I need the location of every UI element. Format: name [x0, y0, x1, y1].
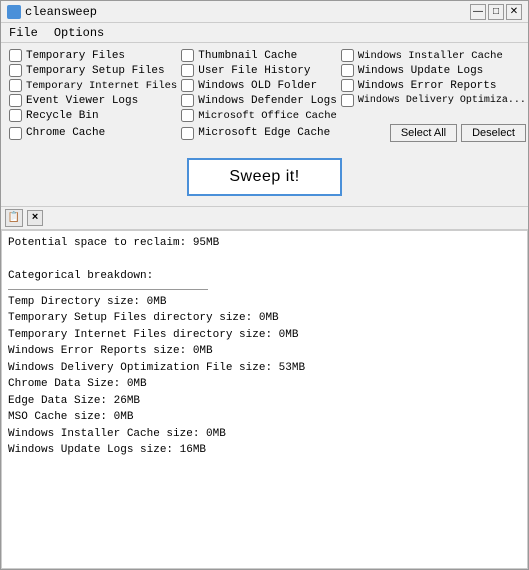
minimize-button[interactable]: — [470, 4, 486, 20]
checkbox-microsoft-edge-cache-label: Microsoft Edge Cache [198, 127, 330, 139]
checkbox-chrome-cache-input[interactable] [9, 127, 22, 140]
checkbox-user-file-history-label: User File History [198, 65, 310, 77]
checkbox-microsoft-office-cache-label: Microsoft Office Cache [198, 110, 337, 122]
checkbox-temporary-setup-files-input[interactable] [9, 64, 22, 77]
tab-close-button[interactable]: × [27, 210, 43, 226]
checkbox-temporary-internet-files-label: Temporary Internet Files [26, 80, 177, 92]
title-bar: cleansweep — □ ✕ [1, 1, 528, 23]
checkbox-user-file-history[interactable]: User File History [181, 64, 337, 77]
checkbox-event-viewer-logs[interactable]: Event Viewer Logs [9, 94, 177, 107]
checkbox-microsoft-office-cache-input[interactable] [181, 109, 194, 122]
checkbox-microsoft-edge-cache[interactable]: Microsoft Edge Cache [181, 124, 337, 142]
checkbox-recycle-bin-label: Recycle Bin [26, 110, 99, 122]
checkbox-recycle-bin[interactable]: Recycle Bin [9, 109, 177, 122]
checkbox-temporary-setup-files-label: Temporary Setup Files [26, 65, 165, 77]
checkbox-windows-update-logs-label: Windows Update Logs [358, 65, 483, 77]
close-button[interactable]: ✕ [506, 4, 522, 20]
checkbox-windows-error-reports[interactable]: Windows Error Reports [341, 79, 526, 92]
maximize-button[interactable]: □ [488, 4, 504, 20]
checkbox-windows-installer-cache-input[interactable] [341, 49, 354, 62]
log-line-5: Windows Delivery Optimization File size:… [8, 360, 521, 377]
log-line-10: Windows Update Logs size: 16MB [8, 442, 521, 459]
main-window: cleansweep — □ ✕ File Options Temporary … [0, 0, 529, 570]
checkbox-windows-delivery-optimization-input[interactable] [341, 94, 354, 107]
checkbox-microsoft-office-cache[interactable]: Microsoft Office Cache [181, 109, 337, 122]
checkbox-windows-delivery-optimization-label: Windows Delivery Optimiza... [358, 95, 526, 106]
checkbox-recycle-bin-input[interactable] [9, 109, 22, 122]
app-icon [7, 5, 21, 19]
select-buttons-row: Select All Deselect [341, 124, 526, 142]
checkbox-user-file-history-input[interactable] [181, 64, 194, 77]
checkbox-event-viewer-logs-input[interactable] [9, 94, 22, 107]
log-area[interactable]: Potential space to reclaim: 95MB Categor… [1, 230, 528, 569]
checkbox-windows-old-folder[interactable]: Windows OLD Folder [181, 79, 337, 92]
checkbox-windows-delivery-optimization[interactable]: Windows Delivery Optimiza... [341, 94, 526, 107]
checkbox-thumbnail-cache-input[interactable] [181, 49, 194, 62]
checkbox-windows-old-folder-label: Windows OLD Folder [198, 80, 317, 92]
checkbox-windows-error-reports-input[interactable] [341, 79, 354, 92]
window-title: cleansweep [25, 5, 97, 19]
tab-icon[interactable]: 📋 [5, 209, 23, 227]
checkbox-windows-update-logs[interactable]: Windows Update Logs [341, 64, 526, 77]
log-divider [8, 289, 208, 290]
checkbox-microsoft-edge-cache-input[interactable] [181, 127, 194, 140]
title-bar-left: cleansweep [7, 5, 97, 19]
sweep-row: Sweep it! [1, 148, 528, 206]
checkbox-windows-installer-cache-label: Windows Installer Cache [358, 50, 503, 62]
checkbox-windows-defender-logs-input[interactable] [181, 94, 194, 107]
sweep-button[interactable]: Sweep it! [187, 158, 341, 196]
checkbox-temporary-files-input[interactable] [9, 49, 22, 62]
checkboxes-area: Temporary Files Thumbnail Cache Windows … [1, 43, 528, 148]
checkbox-windows-defender-logs-label: Windows Defender Logs [198, 95, 337, 107]
deselect-button[interactable]: Deselect [461, 124, 526, 142]
log-line-2: Temporary Setup Files directory size: 0M… [8, 310, 521, 327]
checkbox-windows-installer-cache[interactable]: Windows Installer Cache [341, 49, 526, 62]
checkbox-windows-old-folder-input[interactable] [181, 79, 194, 92]
checkbox-event-viewer-logs-label: Event Viewer Logs [26, 95, 138, 107]
title-bar-controls: — □ ✕ [470, 4, 522, 20]
log-line-3: Temporary Internet Files directory size:… [8, 327, 521, 344]
checkbox-windows-error-reports-label: Windows Error Reports [358, 80, 497, 92]
log-line-7: Edge Data Size: 26MB [8, 393, 521, 410]
checkbox-empty-1 [341, 109, 526, 122]
log-tabs: 📋 × [1, 206, 528, 230]
checkbox-temporary-files[interactable]: Temporary Files [9, 49, 177, 62]
menu-options[interactable]: Options [50, 26, 108, 40]
checkbox-windows-update-logs-input[interactable] [341, 64, 354, 77]
log-line-8: MSO Cache size: 0MB [8, 409, 521, 426]
checkbox-windows-defender-logs[interactable]: Windows Defender Logs [181, 94, 337, 107]
log-line-1: Temp Directory size: 0MB [8, 294, 521, 311]
potential-space-line: Potential space to reclaim: 95MB [8, 235, 521, 252]
checkbox-thumbnail-cache[interactable]: Thumbnail Cache [181, 49, 337, 62]
checkbox-temporary-internet-files-input[interactable] [9, 79, 22, 92]
select-all-button[interactable]: Select All [390, 124, 457, 142]
checkbox-thumbnail-cache-label: Thumbnail Cache [198, 50, 297, 62]
checkbox-temporary-files-label: Temporary Files [26, 50, 125, 62]
log-line-4: Windows Error Reports size: 0MB [8, 343, 521, 360]
log-line-6: Chrome Data Size: 0MB [8, 376, 521, 393]
menu-file[interactable]: File [5, 26, 42, 40]
checkbox-chrome-cache-label: Chrome Cache [26, 127, 105, 139]
log-line-9: Windows Installer Cache size: 0MB [8, 426, 521, 443]
categorical-breakdown-line: Categorical breakdown: [8, 268, 521, 285]
checkbox-temporary-internet-files[interactable]: Temporary Internet Files [9, 79, 177, 92]
checkbox-chrome-cache[interactable]: Chrome Cache [9, 124, 177, 142]
checkbox-temporary-setup-files[interactable]: Temporary Setup Files [9, 64, 177, 77]
menu-bar: File Options [1, 23, 528, 43]
